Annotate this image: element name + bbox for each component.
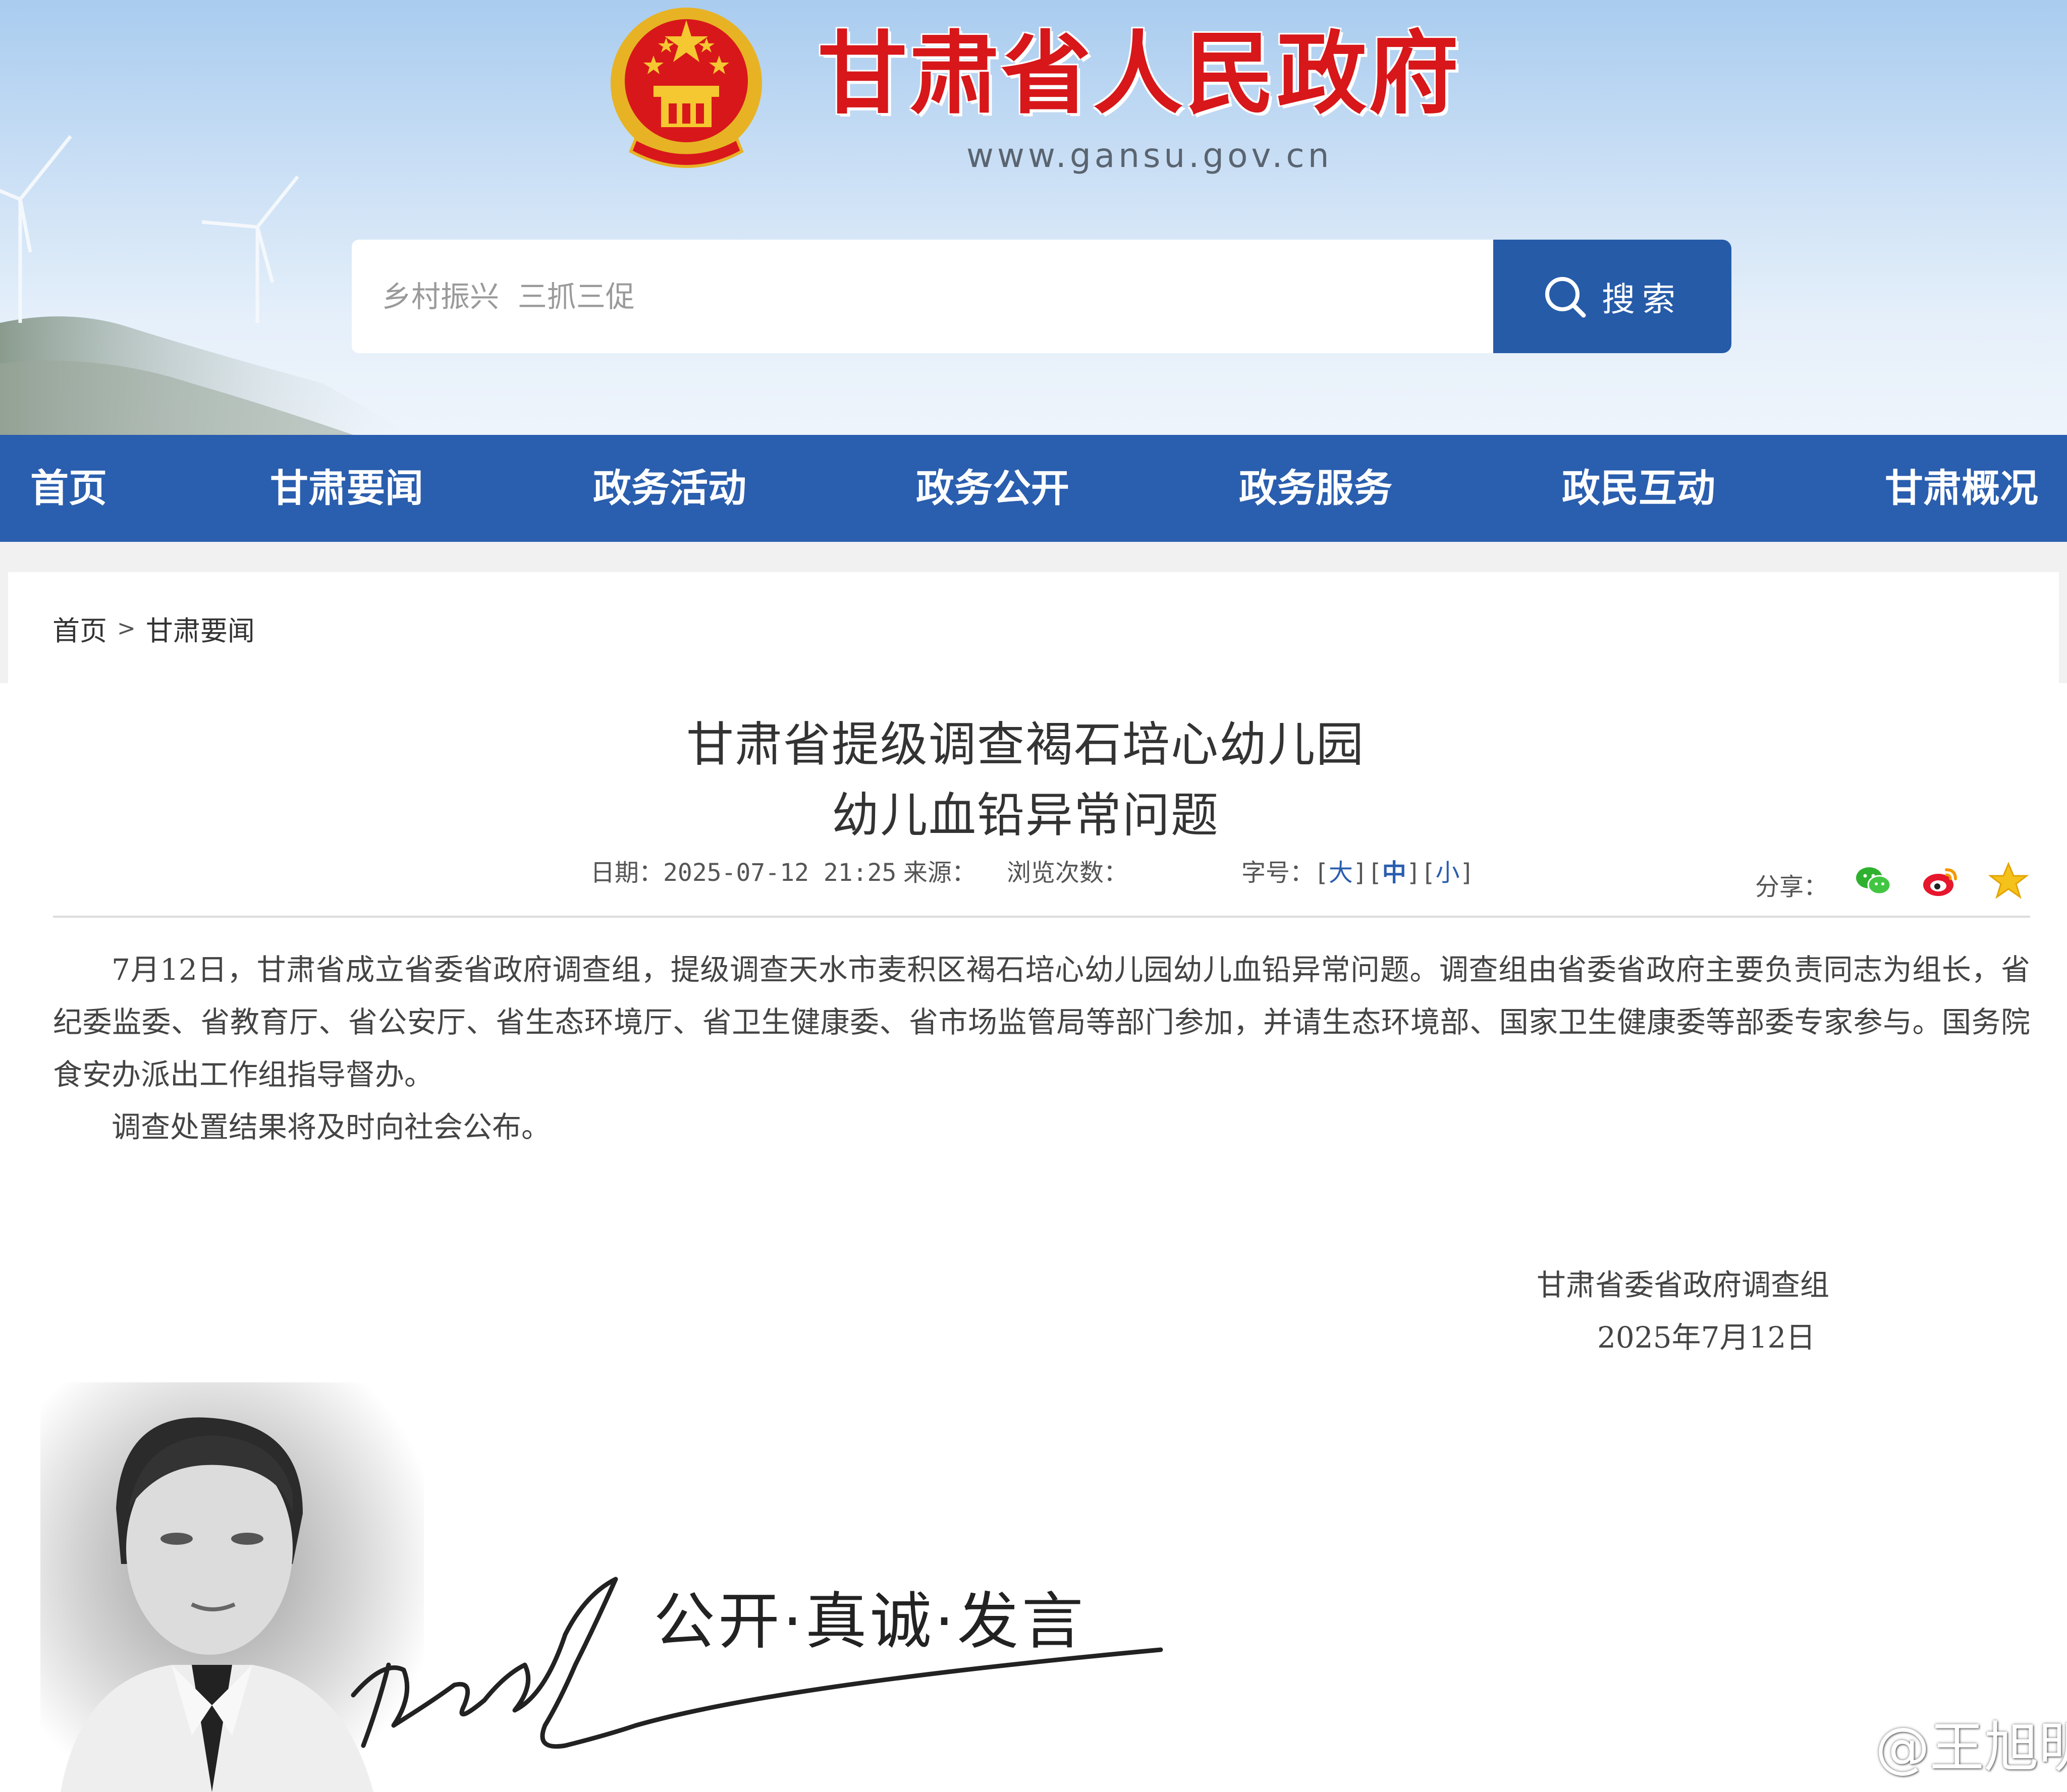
- font-size-label: 字号：: [1241, 859, 1315, 887]
- breadcrumb-separator: >: [117, 615, 136, 641]
- article-source-label: 来源：: [903, 859, 976, 887]
- article-signed-date: 2025年7月12日: [1597, 1320, 1816, 1355]
- favorite-star-icon[interactable]: [1988, 861, 2029, 901]
- nav-item-gansu-news[interactable]: 甘肃要闻: [270, 435, 423, 542]
- search-box: [352, 240, 1493, 353]
- article-body: 7月12日，甘肃省成立省委省政府调查组，提级调查天水市麦积区褐石培心幼儿园幼儿血…: [53, 943, 2030, 1153]
- site-url: www.gansu.gov.cn: [966, 136, 1333, 175]
- article-signer: 甘肃省委省政府调查组: [1537, 1268, 1830, 1302]
- font-size-small-button[interactable]: 小: [1436, 859, 1460, 887]
- article-views-label: 浏览次数：: [1007, 859, 1128, 887]
- weibo-share-icon[interactable]: [1920, 861, 1961, 901]
- search-input[interactable]: [382, 240, 1467, 353]
- share-label: 分享：: [1755, 873, 1828, 901]
- nav-item-gov-activity[interactable]: 政务活动: [593, 435, 746, 542]
- watermark-text: @王旭明: [1875, 1716, 2067, 1779]
- breadcrumb-home-link[interactable]: 首页: [52, 608, 107, 648]
- nav-item-gov-service[interactable]: 政务服务: [1239, 435, 1392, 542]
- breadcrumb-current-link[interactable]: 甘肃要闻: [146, 608, 255, 648]
- nav-item-home[interactable]: 首页: [30, 435, 107, 542]
- site-header: 甘肃省人民政府 www.gansu.gov.cn 搜索: [0, 0, 2067, 435]
- breadcrumb: 首页 > 甘肃要闻: [8, 572, 2059, 684]
- search-button[interactable]: 搜索: [1493, 240, 1731, 353]
- nav-item-gansu-overview[interactable]: 甘肃概况: [1885, 435, 2038, 542]
- meta-divider: [53, 916, 2030, 918]
- nav-item-gov-disclosure[interactable]: 政务公开: [916, 435, 1069, 542]
- date-label: 日期：: [590, 859, 664, 887]
- date-value: 2025-07-12 21:25: [663, 859, 897, 887]
- article-paragraph: 调查处置结果将及时向社会公布。: [112, 1110, 551, 1144]
- breadcrumb-bar: 首页 > 甘肃要闻: [0, 542, 2067, 684]
- wechat-share-icon[interactable]: [1853, 861, 1893, 901]
- font-size-large-button[interactable]: 大: [1329, 859, 1353, 887]
- font-size-medium-button[interactable]: 中: [1382, 859, 1406, 887]
- article-title-line1: 甘肃省提级调查褐石培心幼儿园: [686, 717, 1365, 772]
- search-button-label: 搜索: [1602, 279, 1682, 319]
- banner-slogan: 公开·真诚·发言: [654, 1586, 1086, 1657]
- article-paragraph: 7月12日，甘肃省成立省委省政府调查组，提级调查天水市麦积区褐石培心幼儿园幼儿血…: [53, 953, 2030, 1092]
- main-nav: 首页 甘肃要闻 政务活动 政务公开 政务服务 政民互动 甘肃概况: [0, 435, 2067, 542]
- nav-item-interaction[interactable]: 政民互动: [1562, 435, 1715, 542]
- weibo-logo-icon: [1798, 1719, 1864, 1772]
- weibo-watermark: @王旭明: [1797, 1705, 2067, 1781]
- search-icon: [1545, 276, 1586, 317]
- national-emblem-icon: [611, 8, 762, 168]
- article-date: 日期：2025-07-12 21:25: [590, 853, 896, 888]
- site-title: 甘肃省人民政府: [818, 22, 1460, 126]
- article-title-line2: 幼儿血铅异常问题: [831, 788, 1219, 843]
- font-size-switcher: 字号：[大][中][小]: [1241, 859, 1475, 887]
